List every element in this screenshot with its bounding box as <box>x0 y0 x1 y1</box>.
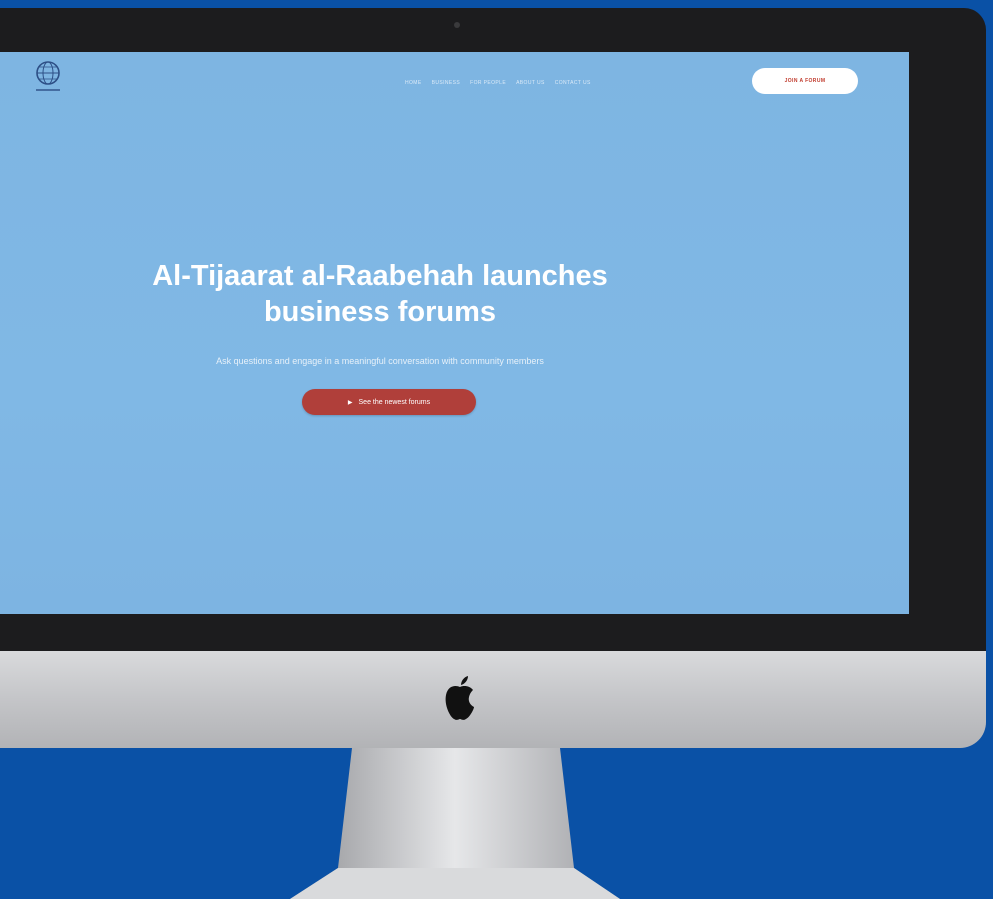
nav-item-business[interactable]: BUSINESS <box>432 80 461 86</box>
monitor: HOME BUSINESS FOR PEOPLE ABOUT US CONTAC… <box>0 8 986 748</box>
website-screen: HOME BUSINESS FOR PEOPLE ABOUT US CONTAC… <box>0 52 909 614</box>
nav-item-home[interactable]: HOME <box>405 80 422 86</box>
globe-emblem-icon[interactable] <box>30 58 66 98</box>
hero-subtitle: Ask questions and engage in a meaningful… <box>216 356 544 366</box>
see-forums-label: See the newest forums <box>358 398 431 406</box>
monitor-stand <box>290 748 620 899</box>
nav-item-for-people[interactable]: FOR PEOPLE <box>470 80 506 86</box>
hero-title-line-1: Al-Tijaarat al-Raabehah launches <box>152 260 608 292</box>
nav-item-about-us[interactable]: ABOUT US <box>516 80 545 86</box>
play-icon: ▶ <box>347 399 353 406</box>
hero-title-line-2: business forums <box>263 296 497 328</box>
nav-item-contact-us[interactable]: CONTACT US <box>555 80 591 86</box>
hero-title: Al-Tijaarat al-Raabehah launches busines… <box>90 258 670 330</box>
monitor-bezel: HOME BUSINESS FOR PEOPLE ABOUT US CONTAC… <box>0 8 986 651</box>
main-navigation: HOME BUSINESS FOR PEOPLE ABOUT US CONTAC… <box>405 76 735 90</box>
apple-icon <box>445 676 474 720</box>
see-forums-button[interactable]: ▶ See the newest forums <box>302 389 476 415</box>
monitor-chin <box>0 651 986 748</box>
camera-icon <box>454 22 460 28</box>
join-forum-button[interactable]: JOIN A FORUM <box>752 68 858 94</box>
